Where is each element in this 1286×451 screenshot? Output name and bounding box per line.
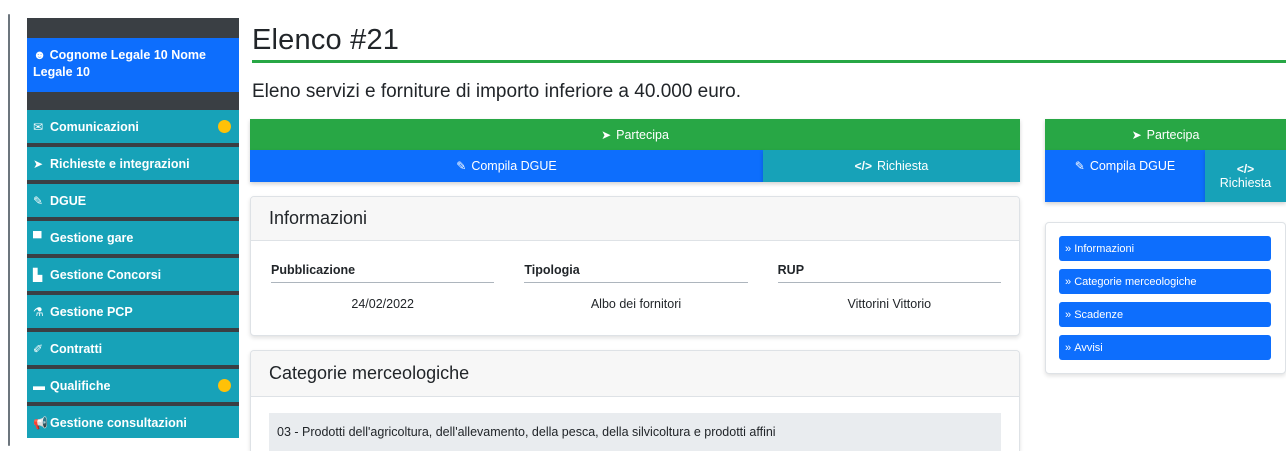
sidebar-separator [27,92,239,110]
edit-icon: ✎ [1074,159,1085,173]
sidebar-item-label: Gestione gare [50,230,134,245]
section-nav: » Informazioni » Categorie merceologiche… [1045,222,1286,374]
code-icon: </> [854,159,872,173]
sidebar-item-gestione-concorsi[interactable]: ▙ Gestione Concorsi [27,258,239,291]
info-column-tipologia: Tipologia Albo dei fornitori [524,263,748,311]
edit-icon: ✎ [33,193,44,208]
sidebar-item-dgue[interactable]: ✎ DGUE [27,184,239,217]
user-circle-icon: ☻ [33,48,47,62]
chevrons-down-icon: » [1065,275,1075,288]
paper-plane-icon: ➤ [601,127,612,142]
info-value: Albo dei fornitori [590,297,682,311]
sidebar-item-gestione-consultazioni[interactable]: 📢 Gestione consultazioni [27,406,239,438]
envelope-icon: ✉ [33,119,44,134]
nav-informazioni-button[interactable]: » Informazioni [1059,236,1271,261]
sidebar-user[interactable]: ☻ Cognome Legale 10 Nome Legale 10 [27,38,239,92]
partecipa-label: Partecipa [1146,127,1200,142]
stairs-icon: ▙ [33,267,43,282]
chevrons-down-icon: » [1065,308,1075,321]
sidebar-item-gestione-gare[interactable]: ▀ Gestione gare [27,221,239,254]
page-subtitle: Eleno servizi e forniture di importo inf… [252,81,741,102]
paper-plane-icon: ➤ [33,156,44,171]
notification-badge [218,379,231,392]
partecipa-button[interactable]: ➤ Partecipa [250,119,1020,150]
category-row: 03 - Prodotti dell'agricoltura, dell'all… [269,413,1001,451]
sidebar-item-label: Gestione consultazioni [50,415,187,430]
informazioni-card: Informazioni Pubblicazione 24/02/2022 Ti… [250,196,1020,336]
briefcase-icon: ▀ [33,230,42,245]
folder-open-icon: ▬ [33,378,45,393]
nav-avvisi-button[interactable]: » Avvisi [1059,335,1271,360]
chevrons-down-icon: » [1065,242,1075,255]
title-divider [252,60,1286,63]
info-column-pubblicazione: Pubblicazione 24/02/2022 [271,263,495,311]
info-grid: Pubblicazione 24/02/2022 Tipologia Albo … [271,263,1001,311]
sidebar-item-label: Gestione PCP [50,304,133,319]
sidebar-user-name: Cognome Legale 10 Nome Legale 10 [33,48,206,79]
sidebar-item-label: Comunicazioni [50,119,139,134]
compila-dgue-button[interactable]: ✎ Compila DGUE [250,150,763,182]
richiesta-button[interactable]: </> Richiesta [763,150,1020,182]
info-label: RUP [777,263,1001,283]
category-separator: - [294,425,303,439]
side-richiesta-button[interactable]: </> Richiesta [1205,150,1286,202]
code-icon: </> [1236,162,1255,176]
nav-label: Avvisi [1074,341,1103,354]
category-code: 03 [277,425,291,439]
window-edge [8,14,10,446]
nav-label: Categorie merceologiche [1074,275,1197,288]
nav-scadenze-button[interactable]: » Scadenze [1059,302,1271,327]
info-value: Vittorini Vittorio [847,297,932,311]
sidebar-item-contratti[interactable]: ✐ Contratti [27,332,239,365]
sidebar-item-gestione-pcp[interactable]: ⚗ Gestione PCP [27,295,239,328]
categorie-card: Categorie merceologiche 03 - Prodotti de… [250,350,1020,451]
side-partecipa-button[interactable]: ➤ Partecipa [1045,119,1286,150]
notification-badge [218,120,231,133]
sidebar-item-label: Qualifiche [50,378,111,393]
sidebar-item-label: Gestione Concorsi [50,267,162,282]
info-label: Pubblicazione [271,263,495,283]
compila-dgue-label: Compila DGUE [1089,159,1176,173]
bullhorn-icon: 📢 [33,415,48,430]
richiesta-label: Richiesta [1219,176,1272,190]
info-label: Tipologia [524,263,748,283]
richiesta-label: Richiesta [876,159,929,173]
info-value: 24/02/2022 [351,297,414,311]
info-column-rup: RUP Vittorini Vittorio [777,263,1001,311]
card-header: Informazioni [251,197,1019,241]
sidebar-item-label: DGUE [50,193,87,208]
sidebar-item-label: Contratti [50,341,103,356]
side-compila-dgue-button[interactable]: ✎ Compila DGUE [1045,150,1205,202]
compila-dgue-label: Compila DGUE [471,159,557,173]
pen-square-icon: ✐ [33,341,44,356]
page-title: Elenco #21 [252,24,400,56]
flask-icon: ⚗ [33,304,44,319]
sidebar-item-qualifiche[interactable]: ▬ Qualifiche [27,369,239,402]
chevrons-down-icon: » [1065,341,1075,354]
partecipa-label: Partecipa [616,127,669,142]
sidebar-item-richieste[interactable]: ➤ Richieste e integrazioni [27,147,239,180]
sidebar-item-comunicazioni[interactable]: ✉ Comunicazioni [27,110,239,143]
nav-categorie-button[interactable]: » Categorie merceologiche [1059,269,1271,294]
sidebar-top-bar [27,18,239,38]
card-header: Categorie merceologiche [251,351,1019,397]
edit-icon: ✎ [456,159,467,173]
nav-label: Informazioni [1074,242,1135,255]
nav-label: Scadenze [1074,308,1124,321]
sidebar-item-label: Richieste e integrazioni [50,156,190,171]
sidebar: ☻ Cognome Legale 10 Nome Legale 10 ✉ Com… [27,18,239,438]
paper-plane-icon: ➤ [1131,127,1142,142]
category-text: Prodotti dell'agricoltura, dell'allevame… [302,425,776,439]
